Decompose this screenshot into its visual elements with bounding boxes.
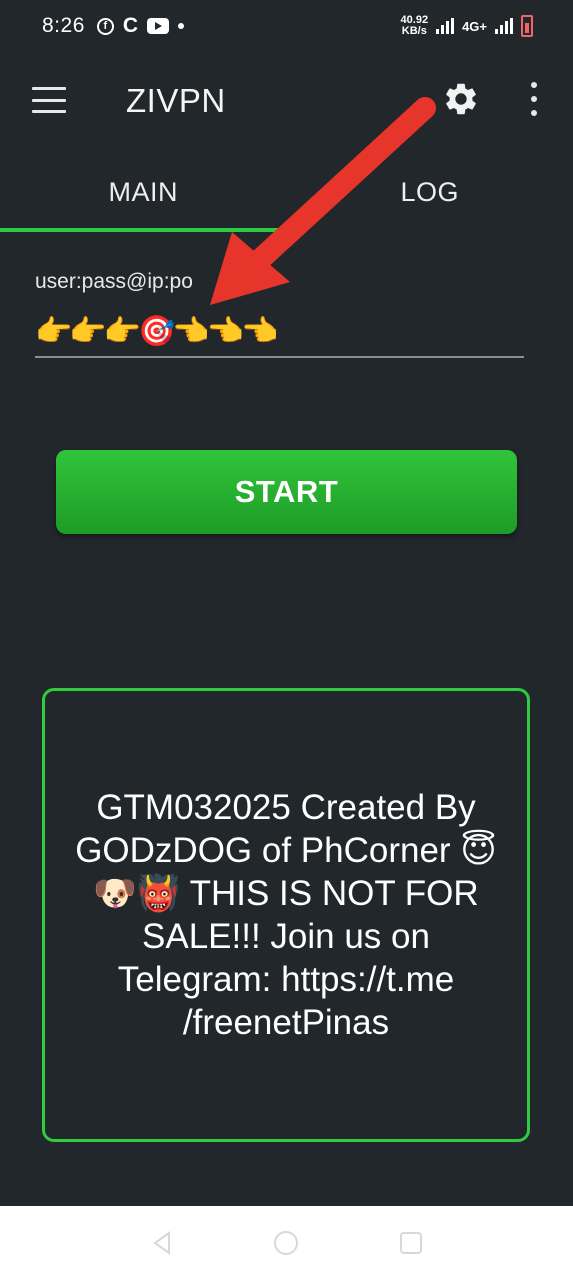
- tab-log[interactable]: LOG: [287, 152, 573, 232]
- message-text: GTM032025 Created By GODzDOG of PhCorner…: [75, 788, 497, 1042]
- home-icon[interactable]: [271, 1228, 301, 1258]
- tab-bar: MAIN LOG: [0, 152, 573, 232]
- notification-icons: f C: [96, 14, 185, 38]
- signal-icon: [436, 18, 455, 34]
- message-box: GTM032025 Created By GODzDOG of PhCorner…: [42, 688, 530, 1142]
- menu-icon[interactable]: [32, 87, 66, 113]
- gear-icon[interactable]: [442, 80, 480, 118]
- server-config-field[interactable]: user:pass@ip:po 👉👉👉🎯👈👈👈: [35, 262, 524, 358]
- system-icons: 40.92 KB/s 4G+: [401, 15, 533, 37]
- recents-icon[interactable]: [396, 1228, 426, 1258]
- status-bar: 8:26 f C 40.92 KB/s 4G+: [0, 0, 573, 52]
- back-icon[interactable]: [147, 1228, 177, 1258]
- more-vert-icon[interactable]: [528, 82, 540, 116]
- app-bar: ZIVPN: [0, 52, 573, 152]
- youtube-icon: [147, 18, 170, 34]
- tab-main[interactable]: MAIN: [0, 152, 287, 232]
- app-title: ZIVPN: [126, 82, 226, 119]
- network-speed-unit: KB/s: [401, 25, 427, 37]
- c-app-icon: C: [122, 14, 139, 37]
- server-config-value[interactable]: 👉👉👉🎯👈👈👈: [35, 314, 278, 349]
- network-speed: 40.92 KB/s: [401, 15, 429, 37]
- facebook-icon: f: [96, 17, 114, 35]
- active-tab-indicator: [0, 228, 286, 232]
- status-time: 8:26: [42, 14, 85, 37]
- signal-icon-2: [495, 18, 513, 34]
- more-notifications-dot-icon: [178, 23, 185, 29]
- system-nav-bar: [0, 1206, 573, 1280]
- battery-icon: [521, 15, 533, 37]
- start-button[interactable]: START: [56, 450, 517, 534]
- network-type: 4G+: [462, 18, 487, 34]
- server-config-label: user:pass@ip:po: [35, 270, 193, 293]
